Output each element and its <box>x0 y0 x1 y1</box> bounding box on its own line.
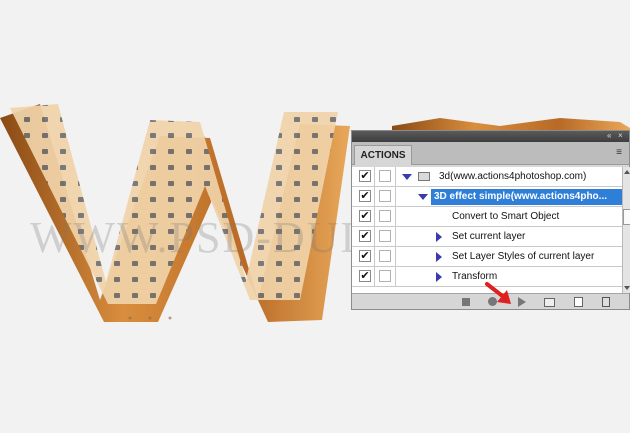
toggle-checkbox[interactable]: ✔ <box>359 250 371 262</box>
stop-icon[interactable] <box>462 298 470 306</box>
list-item[interactable]: ✔ 3D effect simple(www.actions4pho... <box>352 187 623 207</box>
list-item[interactable]: ✔ 3d(www.actions4photoshop.com) <box>352 167 622 187</box>
dialog-toggle[interactable] <box>379 210 391 222</box>
list-item[interactable]: ✔ Set current layer <box>352 227 622 247</box>
dialog-toggle[interactable] <box>379 230 391 242</box>
new-action-icon[interactable] <box>574 297 583 307</box>
toggle-checkbox[interactable]: ✔ <box>359 210 371 222</box>
collapse-icon[interactable]: « <box>607 132 615 140</box>
action-name: 3D effect simple(www.actions4pho... <box>431 189 623 205</box>
scroll-up-icon[interactable] <box>624 170 630 174</box>
expand-triangle-icon[interactable] <box>402 174 412 180</box>
panel-tab-row: ACTIONS ≡ <box>352 142 629 165</box>
toggle-checkbox[interactable]: ✔ <box>359 230 371 242</box>
expand-triangle-icon[interactable] <box>436 232 442 242</box>
play-icon[interactable] <box>518 297 526 307</box>
dialog-toggle[interactable] <box>379 250 391 262</box>
scroll-down-icon[interactable] <box>624 286 630 290</box>
set-name: 3d(www.actions4photoshop.com) <box>439 171 587 182</box>
list-item[interactable]: ✔ Convert to Smart Object <box>352 207 622 227</box>
scroll-thumb[interactable] <box>623 209 630 225</box>
dialog-toggle[interactable] <box>379 170 391 182</box>
delete-icon[interactable] <box>602 297 610 307</box>
actions-list: ✔ 3d(www.actions4photoshop.com) ✔ 3D eff… <box>352 167 623 293</box>
folder-icon <box>418 172 430 181</box>
step-name: Set Layer Styles of current layer <box>452 251 595 262</box>
tab-actions[interactable]: ACTIONS <box>354 145 412 165</box>
toggle-checkbox[interactable]: ✔ <box>359 170 371 182</box>
dialog-toggle[interactable] <box>379 190 391 202</box>
red-arrow-icon <box>485 282 511 304</box>
toggle-checkbox[interactable]: ✔ <box>359 270 371 282</box>
list-item[interactable]: ✔ Set Layer Styles of current layer <box>352 247 622 267</box>
toggle-checkbox[interactable]: ✔ <box>359 190 371 202</box>
expand-triangle-icon[interactable] <box>418 194 428 200</box>
scrollbar[interactable] <box>622 167 630 293</box>
dialog-toggle[interactable] <box>379 270 391 282</box>
step-name: Convert to Smart Object <box>452 211 560 222</box>
step-name: Set current layer <box>452 231 526 242</box>
letter-w-shape <box>0 104 350 322</box>
close-icon[interactable]: × <box>618 132 626 140</box>
panel-menu-icon[interactable]: ≡ <box>613 147 625 159</box>
expand-triangle-icon[interactable] <box>436 272 442 282</box>
expand-triangle-icon[interactable] <box>436 252 442 262</box>
new-set-icon[interactable] <box>544 298 555 307</box>
panel-title-bar[interactable]: « × <box>352 131 629 142</box>
